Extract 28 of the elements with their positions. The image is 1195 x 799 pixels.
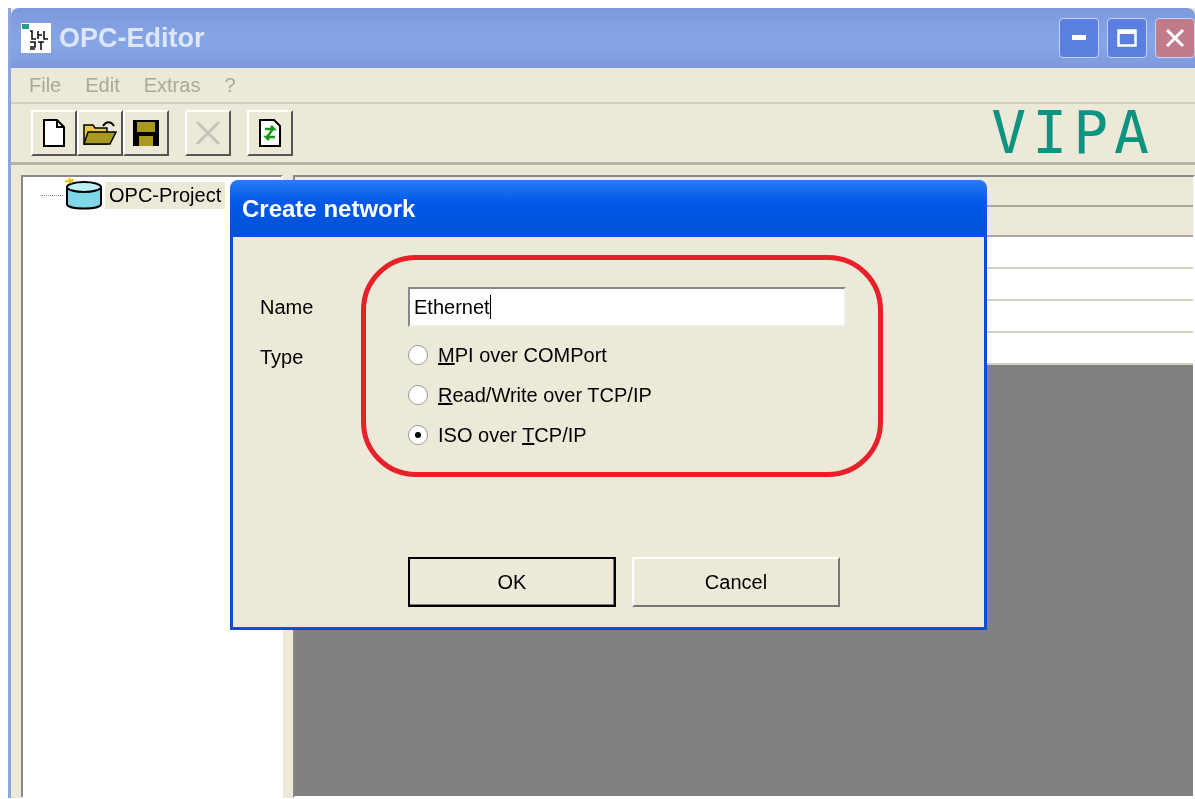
close-button[interactable] — [1155, 18, 1195, 58]
radio-option[interactable]: Read/Write over TCP/IP — [408, 383, 652, 407]
field-label: Type — [260, 345, 305, 369]
maximize-button[interactable] — [1107, 18, 1147, 58]
toolbar-button[interactable] — [31, 110, 77, 156]
dialog-title: Create network — [242, 194, 416, 223]
minimize-button[interactable] — [1059, 18, 1099, 58]
new-file-icon — [43, 119, 65, 147]
delete-icon — [194, 119, 222, 147]
document-arrows-icon — [259, 119, 281, 147]
field-label: Name — [260, 295, 315, 319]
toolbar-button[interactable] — [123, 110, 169, 156]
tree-item[interactable]: OPC-Project — [105, 181, 226, 209]
toolbar-button[interactable] — [77, 110, 123, 156]
minimize-icon — [1072, 35, 1086, 41]
close-icon — [1165, 28, 1185, 48]
maximize-icon — [1117, 29, 1137, 47]
radio-option[interactable]: ISO over TCP/IP — [408, 423, 652, 447]
dialog-button[interactable]: Cancel — [632, 557, 840, 607]
name-input[interactable]: Ethernet — [408, 287, 846, 327]
open-folder-icon — [83, 120, 117, 146]
toolbar-button[interactable] — [247, 110, 293, 156]
dialog-button[interactable]: OK — [408, 557, 616, 607]
window-title: OPC-Editor — [59, 22, 206, 54]
database-icon — [63, 178, 105, 212]
radio-option[interactable]: MPI over COMPort — [408, 343, 652, 367]
logo: VIPA — [991, 99, 1155, 167]
app-icon — [21, 23, 51, 53]
